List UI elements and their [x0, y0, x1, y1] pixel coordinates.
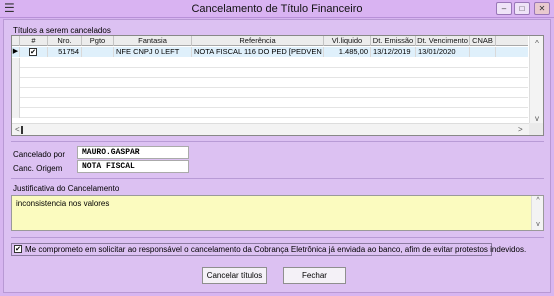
header-indicator — [12, 36, 20, 46]
empty-row — [12, 78, 528, 88]
scroll-thumb[interactable] — [21, 126, 23, 134]
row-checkbox[interactable]: ✔ — [29, 48, 37, 56]
row-check-cell[interactable]: ✔ — [20, 47, 48, 57]
row-pointer-icon: ▶ — [12, 47, 20, 57]
divider — [11, 178, 544, 179]
cell-referencia: NOTA FISCAL 116 DO PED [PEDVEN — [192, 47, 324, 57]
cell-cnab — [470, 47, 496, 57]
divider — [11, 237, 544, 238]
header-col[interactable]: Pgto — [82, 36, 114, 46]
empty-row — [12, 98, 528, 108]
divider — [11, 141, 544, 142]
empty-row — [12, 68, 528, 78]
scroll-up-icon[interactable]: ^ — [532, 197, 544, 204]
header-col[interactable]: Dt. Vencimento — [416, 36, 470, 46]
justificativa-textarea[interactable]: inconsistencia nos valores ^ v — [11, 195, 544, 231]
table-row[interactable]: ▶ ✔ 51754 NFE CNPJ 0 LEFT NOTA FISCAL 11… — [12, 47, 528, 57]
titles-grid[interactable]: # Nro. Pgto Fantasia Referência Vl.liqui… — [11, 35, 544, 136]
grid-header: # Nro. Pgto Fantasia Referência Vl.liqui… — [12, 36, 528, 46]
minimize-icon[interactable]: – — [496, 2, 512, 15]
cancelado-por-label: Cancelado por — [13, 150, 66, 159]
scroll-up-icon[interactable]: ^ — [530, 39, 544, 48]
fechar-button[interactable]: Fechar — [283, 267, 346, 284]
memo-scrollbar[interactable]: ^ v — [531, 196, 543, 230]
cell-nro: 51754 — [48, 47, 82, 57]
grid-group-label: Títulos a serem cancelados — [12, 26, 112, 35]
header-col[interactable]: Vl.liquido — [324, 36, 371, 46]
canc-origem-field: NOTA FISCAL — [77, 160, 189, 173]
scroll-right-icon[interactable]: > — [518, 125, 523, 134]
cell-pgto — [82, 47, 114, 57]
agreement-checkbox[interactable]: ✔ — [14, 245, 22, 253]
empty-row — [12, 88, 528, 98]
header-col[interactable]: Nro. — [48, 36, 82, 46]
cancelado-por-field: MAURO.GASPAR — [77, 146, 189, 159]
header-col[interactable]: CNAB — [470, 36, 496, 46]
justificativa-text[interactable]: inconsistencia nos valores — [16, 199, 109, 208]
scroll-down-icon[interactable]: v — [530, 114, 544, 123]
cell-vl-liquido: 1.485,00 — [324, 47, 371, 57]
scroll-left-icon[interactable]: < — [15, 125, 20, 134]
header-col[interactable]: Fantasia — [114, 36, 192, 46]
agreement-text[interactable]: Me comprometo em solicitar ao responsáve… — [25, 245, 526, 255]
justificativa-label: Justificativa do Cancelamento — [13, 184, 120, 193]
cell-dt-vencimento: 13/01/2020 — [416, 47, 470, 57]
cancelar-titulos-button[interactable]: Cancelar títulos — [202, 267, 267, 284]
canc-origem-label: Canc. Origem — [13, 164, 63, 173]
cell-fantasia: NFE CNPJ 0 LEFT — [114, 47, 192, 57]
empty-row — [12, 108, 528, 118]
title-bar: ☰ Cancelamento de Título Financeiro – □ … — [0, 0, 554, 18]
header-col[interactable]: Dt. Emissão — [371, 36, 416, 46]
agreement-checkbox-row[interactable]: ✔ Me comprometo em solicitar ao responsá… — [11, 243, 526, 256]
close-icon[interactable]: ✕ — [534, 2, 550, 15]
scroll-corner — [529, 123, 543, 135]
scroll-down-icon[interactable]: v — [532, 221, 544, 228]
empty-row — [12, 58, 528, 68]
header-col[interactable]: Referência — [192, 36, 324, 46]
maximize-icon[interactable]: □ — [514, 2, 530, 15]
grid-vertical-scrollbar[interactable]: ^ v — [529, 36, 543, 123]
header-col[interactable]: # — [20, 36, 48, 46]
grid-horizontal-scrollbar[interactable]: < > — [12, 123, 531, 135]
cell-dt-emissao: 13/12/2019 — [371, 47, 416, 57]
window-title: Cancelamento de Título Financeiro — [191, 3, 363, 15]
